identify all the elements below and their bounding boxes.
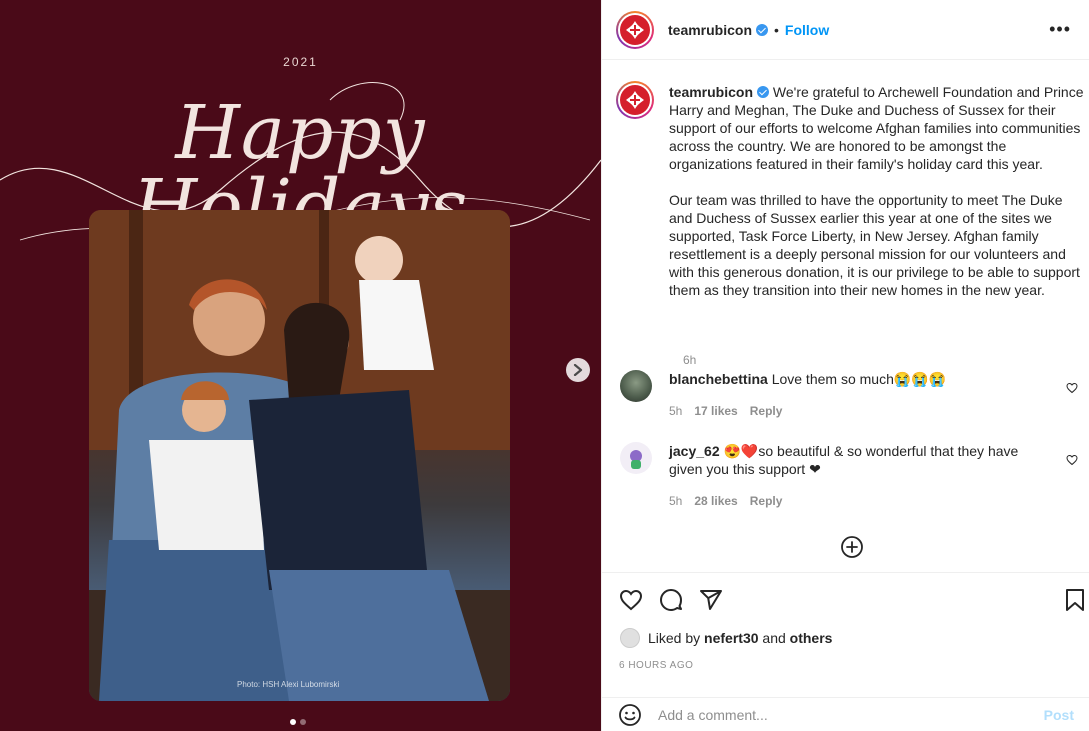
family-photo-illustration [89, 210, 510, 701]
chevron-right-icon [573, 364, 583, 376]
caption-time: 6h [683, 353, 697, 367]
comment-avatar[interactable] [620, 442, 652, 474]
emoji-smiley-icon[interactable] [618, 703, 642, 727]
rubicon-logo-icon [626, 20, 644, 39]
caption-avatar[interactable] [616, 81, 654, 119]
verified-badge-icon [756, 23, 769, 36]
post-comment-button[interactable]: Post [1044, 707, 1074, 723]
comment-username[interactable]: jacy_62 [669, 443, 720, 459]
comment-avatar[interactable] [620, 370, 652, 402]
comment-time: 5h [669, 494, 683, 508]
rubicon-logo-icon [626, 91, 644, 109]
comment-meta: 5h 17 likes Reply [669, 404, 782, 418]
more-options-icon[interactable]: ••• [1049, 20, 1071, 38]
follow-button[interactable]: Follow [785, 22, 829, 38]
comments-section[interactable]: teamrubicon We're grateful to Archewell … [602, 61, 1089, 571]
comment-body: jacy_62 😍❤️so beautiful & so wonderful t… [669, 442, 1049, 478]
share-paper-plane-icon[interactable] [699, 588, 723, 612]
reply-button[interactable]: Reply [750, 494, 783, 508]
like-heart-icon[interactable] [619, 588, 643, 612]
liked-by-joiner: and [762, 630, 786, 646]
next-slide-button[interactable] [566, 358, 590, 382]
liker-avatar[interactable] [620, 628, 640, 648]
comment-input[interactable] [658, 706, 1028, 723]
verified-badge-icon [757, 86, 770, 98]
caption-paragraph-2: Our team was thrilled to have the opport… [669, 192, 1080, 298]
reply-button[interactable]: Reply [750, 404, 783, 418]
save-bookmark-icon[interactable] [1065, 588, 1085, 612]
avatar-illustration-icon [630, 450, 642, 469]
comment-time: 5h [669, 404, 683, 418]
card-year: 2021 [283, 55, 318, 69]
carousel-dot-1 [290, 719, 296, 725]
post-timestamp: 6 HOURS AGO [619, 660, 694, 671]
carousel-dots [290, 719, 306, 725]
action-bar [602, 572, 1089, 626]
liked-by-prefix: Liked by [648, 630, 701, 646]
add-comment-bar: Post [602, 697, 1089, 731]
header-separator: • [774, 21, 779, 38]
likes-summary: Liked by nefert30 and others [620, 628, 832, 648]
comment-likes[interactable]: 28 likes [694, 494, 737, 508]
like-comment-heart-icon[interactable] [1066, 454, 1078, 466]
family-photo: Photo: HSH Alexi Lubomirski [89, 210, 510, 701]
comment-meta: 5h 28 likes Reply [669, 494, 782, 508]
comment-likes[interactable]: 17 likes [694, 404, 737, 418]
carousel-dot-2 [300, 719, 306, 725]
like-comment-heart-icon[interactable] [1066, 382, 1078, 394]
header-username[interactable]: teamrubicon [668, 22, 752, 38]
comment-username[interactable]: blanchebettina [669, 371, 768, 387]
load-more-comments-icon[interactable] [840, 535, 864, 559]
comment-text: Love them so much😭😭😭 [771, 371, 947, 387]
profile-avatar[interactable] [616, 10, 654, 49]
liked-by-others[interactable]: others [790, 630, 833, 646]
liked-by-user[interactable]: nefert30 [704, 630, 758, 646]
comment-body: blanchebettina Love them so much😭😭😭 [669, 370, 1049, 388]
caption-username[interactable]: teamrubicon [669, 84, 753, 100]
post-header: teamrubicon • Follow ••• [602, 0, 1089, 60]
caption-text: teamrubicon We're grateful to Archewell … [669, 83, 1089, 317]
comment-bubble-icon[interactable] [659, 588, 683, 612]
post-sidebar: teamrubicon • Follow ••• teamrubicon We'… [601, 0, 1089, 731]
photo-credit: Photo: HSH Alexi Lubomirski [237, 680, 340, 689]
post-media: 2021 Happy Holidays Photo: HSH Alexi Lub… [0, 0, 601, 731]
comment-text: 😍❤️so beautiful & so wonderful that they… [669, 443, 1019, 477]
